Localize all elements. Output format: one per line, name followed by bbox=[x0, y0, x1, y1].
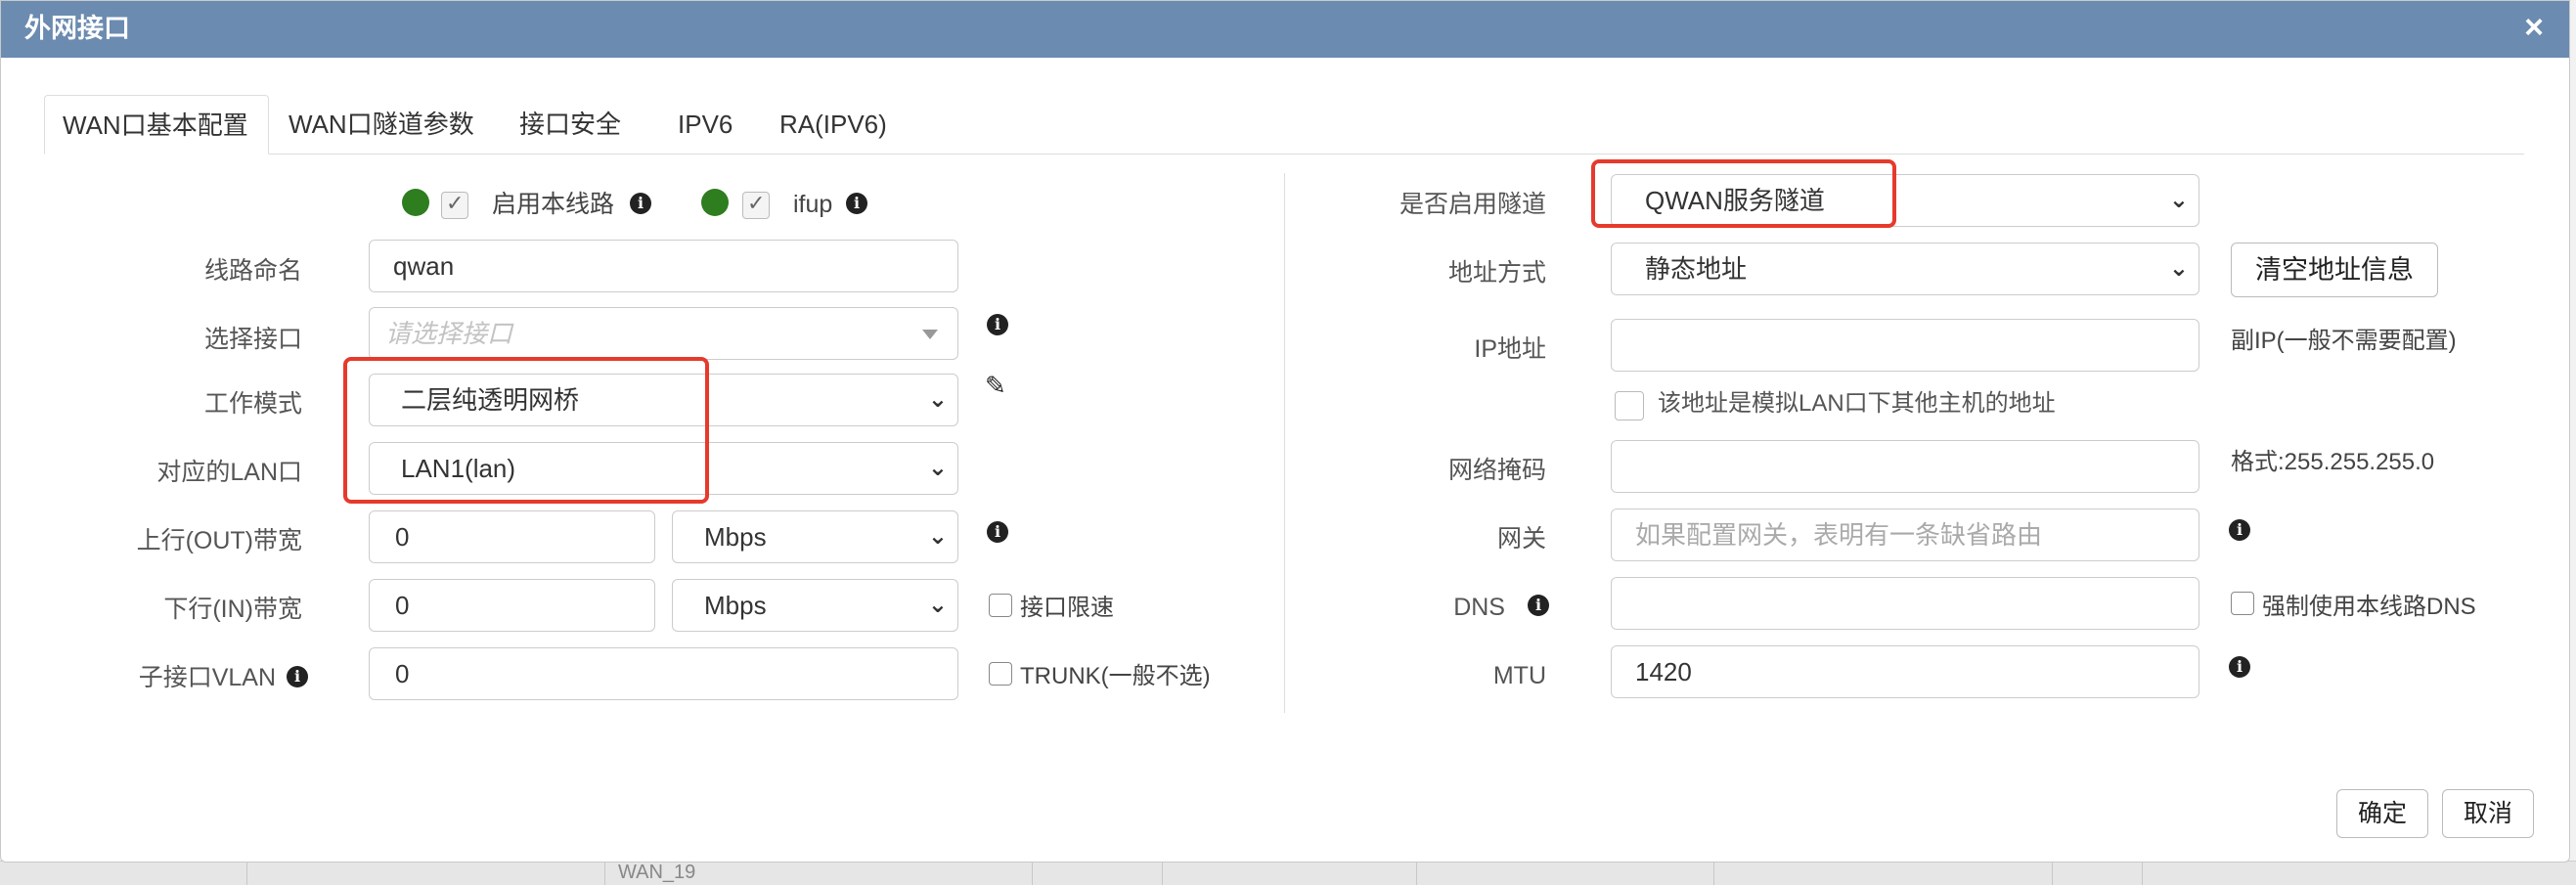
tab-iface-security[interactable]: 接口安全 bbox=[502, 95, 639, 154]
lan-port-label: 对应的LAN口 bbox=[156, 459, 302, 486]
gateway-input[interactable]: 如果配置网关，表明有一条缺省路由 bbox=[1611, 509, 2199, 561]
bg-column-divider bbox=[2052, 862, 2053, 885]
tab-wan-basic[interactable]: WAN口基本配置 bbox=[44, 95, 269, 155]
trunk-checkbox[interactable] bbox=[989, 662, 1012, 686]
wan-interface-dialog: 外网接口 × WAN口基本配置 WAN口隧道参数 接口安全 IPV6 RA(IP… bbox=[0, 0, 2570, 863]
work-mode-value: 二层纯透明网桥 bbox=[401, 385, 580, 415]
select-iface-label: 选择接口 bbox=[203, 326, 302, 353]
lan-port-select[interactable]: LAN1(lan) ⌄ bbox=[369, 442, 958, 495]
background-table: WAN_19 bbox=[0, 861, 2576, 885]
simulate-lan-checkbox[interactable] bbox=[1615, 391, 1644, 420]
dns-label: DNS bbox=[1453, 594, 1505, 621]
tab-wan-tunnel[interactable]: WAN口隧道参数 bbox=[271, 95, 492, 154]
tunnel-select[interactable]: QWAN服务隧道 ⌄ bbox=[1611, 174, 2199, 227]
chevron-down-icon: ⌄ bbox=[927, 455, 948, 481]
up-bandwidth-input[interactable]: 0 bbox=[369, 510, 655, 563]
dialog-titlebar: 外网接口 × bbox=[1, 1, 2569, 58]
enable-line-checkbox[interactable] bbox=[441, 191, 468, 219]
up-bandwidth-unit: Mbps bbox=[704, 522, 767, 552]
mtu-label: MTU bbox=[1492, 662, 1546, 689]
status-dot-icon bbox=[402, 189, 429, 216]
ifup-checkbox[interactable] bbox=[742, 191, 770, 219]
chevron-down-icon: ⌄ bbox=[927, 592, 948, 618]
info-circle-icon[interactable]: i bbox=[1528, 595, 1549, 616]
force-dns-label: 强制使用本线路DNS bbox=[2262, 594, 2476, 620]
down-bandwidth-unit-select[interactable]: Mbps ⌄ bbox=[672, 579, 958, 632]
line-name-input[interactable]: qwan bbox=[369, 240, 958, 292]
ok-button[interactable]: 确定 bbox=[2336, 789, 2428, 838]
chevron-down-icon: ⌄ bbox=[927, 523, 948, 550]
clear-address-button[interactable]: 清空地址信息 bbox=[2231, 243, 2438, 297]
down-bandwidth-unit: Mbps bbox=[704, 591, 767, 620]
select-iface-placeholder: 请选择接口 bbox=[385, 319, 513, 348]
gateway-label: 网关 bbox=[1496, 525, 1546, 553]
tunnel-label: 是否启用隧道 bbox=[1399, 191, 1546, 218]
bg-column-divider bbox=[1032, 862, 1033, 885]
chevron-down-icon: ⌄ bbox=[2168, 187, 2189, 213]
lan-port-value: LAN1(lan) bbox=[401, 454, 516, 483]
info-circle-icon[interactable]: i bbox=[987, 314, 1008, 335]
info-circle-icon[interactable]: i bbox=[846, 193, 867, 214]
cancel-button[interactable]: 取消 bbox=[2442, 789, 2534, 838]
dialog-title: 外网接口 bbox=[24, 14, 130, 43]
addr-mode-value: 静态地址 bbox=[1645, 254, 1748, 284]
select-iface-dropdown[interactable]: 请选择接口 bbox=[369, 307, 958, 360]
status-dot-icon bbox=[701, 189, 729, 216]
iface-limit-checkbox[interactable] bbox=[989, 594, 1012, 617]
tab-ipv6[interactable]: IPV6 bbox=[660, 95, 750, 154]
secondary-ip-hint: 副IP(一般不需要配置) bbox=[2231, 328, 2457, 354]
tunnel-value: QWAN服务隧道 bbox=[1645, 186, 1825, 215]
bg-column-divider bbox=[2142, 862, 2143, 885]
info-circle-icon[interactable]: i bbox=[630, 193, 651, 214]
chevron-down-icon: ⌄ bbox=[2168, 255, 2189, 282]
up-bandwidth-unit-select[interactable]: Mbps ⌄ bbox=[672, 510, 958, 563]
dns-input[interactable] bbox=[1611, 577, 2199, 630]
addr-mode-select[interactable]: 静态地址 ⌄ bbox=[1611, 243, 2199, 295]
chevron-down-icon: ⌄ bbox=[927, 386, 948, 413]
force-dns-checkbox[interactable] bbox=[2231, 592, 2254, 615]
info-circle-icon[interactable]: i bbox=[987, 521, 1008, 543]
netmask-hint: 格式:255.255.255.0 bbox=[2231, 449, 2435, 475]
vlan-label: 子接口VLAN bbox=[138, 664, 276, 691]
tab-ra-ipv6[interactable]: RA(IPV6) bbox=[762, 95, 905, 154]
work-mode-select[interactable]: 二层纯透明网桥 ⌄ bbox=[369, 374, 958, 426]
bg-column-divider bbox=[246, 862, 247, 885]
trunk-label: TRUNK(一般不选) bbox=[1020, 663, 1211, 689]
info-circle-icon[interactable]: i bbox=[2229, 519, 2250, 541]
down-bandwidth-input[interactable]: 0 bbox=[369, 579, 655, 632]
ifup-label: ifup bbox=[793, 191, 833, 218]
line-name-label: 线路命名 bbox=[203, 257, 302, 285]
ip-input[interactable] bbox=[1611, 319, 2199, 372]
bg-row-text: WAN_19 bbox=[618, 862, 696, 883]
netmask-label: 网络掩码 bbox=[1447, 457, 1546, 484]
caret-down-icon bbox=[922, 330, 938, 339]
info-circle-icon[interactable]: i bbox=[287, 666, 308, 687]
iface-limit-label: 接口限速 bbox=[1020, 595, 1114, 621]
mtu-input[interactable]: 1420 bbox=[1611, 645, 2199, 698]
up-bandwidth-label: 上行(OUT)带宽 bbox=[136, 527, 302, 554]
addr-mode-label: 地址方式 bbox=[1447, 259, 1546, 287]
ip-label: IP地址 bbox=[1474, 335, 1546, 363]
work-mode-label: 工作模式 bbox=[203, 390, 302, 418]
bg-column-divider bbox=[1416, 862, 1417, 885]
column-divider bbox=[1284, 173, 1285, 713]
enable-line-label: 启用本线路 bbox=[492, 191, 615, 218]
bg-column-divider bbox=[604, 862, 605, 885]
info-circle-icon[interactable]: i bbox=[2229, 656, 2250, 678]
vlan-input[interactable]: 0 bbox=[369, 647, 958, 700]
netmask-input[interactable] bbox=[1611, 440, 2199, 493]
simulate-lan-label: 该地址是模拟LAN口下其他主机的地址 bbox=[1658, 390, 2056, 417]
tab-bar: WAN口基本配置 WAN口隧道参数 接口安全 IPV6 RA(IPV6) bbox=[44, 95, 2524, 155]
bg-column-divider bbox=[1713, 862, 1714, 885]
down-bandwidth-label: 下行(IN)带宽 bbox=[163, 596, 302, 623]
pencil-icon[interactable]: ✎ bbox=[985, 371, 1006, 401]
close-icon[interactable]: × bbox=[2524, 9, 2544, 46]
bg-column-divider bbox=[1162, 862, 1163, 885]
